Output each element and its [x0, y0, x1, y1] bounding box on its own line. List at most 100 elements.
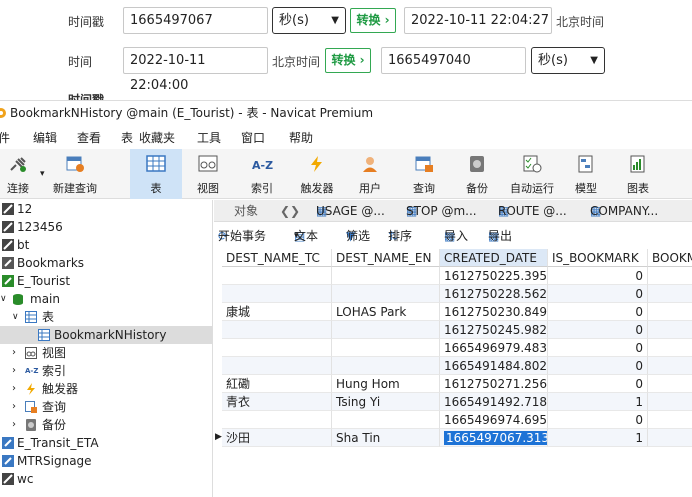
table-cell-bm[interactable]: 1 — [548, 429, 648, 447]
menu-favorites[interactable]: 收藏夹 — [139, 128, 175, 149]
selected-cell-value[interactable]: 1665497067.31387 — [444, 431, 547, 445]
datetime-input[interactable]: 2022-10-11 22:04:00 — [123, 47, 268, 93]
tab-scroll-right-icon[interactable]: ❯ — [290, 200, 300, 222]
column-header[interactable]: DEST_NAME_TC — [222, 249, 332, 267]
menu-file[interactable]: 件 — [0, 128, 10, 149]
toolbar-new-query-button[interactable]: 新建查询 — [48, 149, 102, 199]
tab-objects[interactable]: 对象 — [234, 200, 258, 222]
table-cell-date[interactable]: 1665496974.6952 — [440, 411, 548, 429]
toolbar-table-button[interactable]: 表 — [130, 149, 182, 199]
menu-table[interactable]: 表 — [121, 128, 133, 149]
convert-to-timestamp-button[interactable]: 转换 › — [325, 48, 371, 73]
table-cell-tc[interactable] — [222, 267, 332, 285]
table-cell-date[interactable]: 1612750245.98271 — [440, 321, 548, 339]
tree-item-tables[interactable]: ∨ 表 — [0, 308, 212, 326]
menu-tools[interactable]: 工具 — [197, 128, 221, 149]
table-cell-bookm[interactable] — [648, 393, 692, 411]
column-header[interactable]: CREATED_DATE — [440, 249, 548, 267]
tree-item-backups[interactable]: › 备份 — [0, 416, 212, 434]
table-cell-bookm[interactable] — [648, 375, 692, 393]
table-cell-en[interactable]: Sha Tin — [332, 429, 440, 447]
toolbar-user-button[interactable]: 用户 — [350, 149, 390, 199]
table-cell-en[interactable] — [332, 339, 440, 357]
table-cell-en[interactable] — [332, 411, 440, 429]
table-cell-bookm[interactable] — [648, 285, 692, 303]
table-cell-bookm[interactable] — [648, 411, 692, 429]
tab-scroll-left-icon[interactable]: ❮ — [280, 200, 290, 222]
table-cell-bookm[interactable] — [648, 303, 692, 321]
tree-item-views[interactable]: › 视图 — [0, 344, 212, 362]
date-result-output[interactable]: 2022-10-11 22:04:27 — [404, 7, 552, 34]
table-cell-date[interactable]: 1612750228.56242 — [440, 285, 548, 303]
table-cell-tc[interactable] — [222, 321, 332, 339]
table-cell-date[interactable]: 1612750230.84971 — [440, 303, 548, 321]
table-cell-bm[interactable]: 0 — [548, 303, 648, 321]
table-cell-tc[interactable] — [222, 339, 332, 357]
menu-help[interactable]: 帮助 — [289, 128, 313, 149]
table-cell-en[interactable]: Hung Hom — [332, 375, 440, 393]
menu-window[interactable]: 窗口 — [241, 128, 265, 149]
table-cell-tc[interactable] — [222, 357, 332, 375]
menu-edit[interactable]: 编辑 — [33, 128, 57, 149]
toolbar-query-button[interactable]: 查询 — [404, 149, 444, 199]
table-cell-en[interactable] — [332, 285, 440, 303]
table-cell-tc[interactable]: 沙田 — [222, 429, 332, 447]
tree-item-e-transit-eta[interactable]: E_Transit_ETA — [0, 434, 212, 452]
tree-item-bookmarknhistory[interactable]: BookmarkNHistory — [0, 326, 212, 344]
table-cell-en[interactable]: Tsing Yi — [332, 393, 440, 411]
table-cell-tc[interactable]: 青衣 — [222, 393, 332, 411]
toolbar-index-button[interactable]: A-Z 索引 — [240, 149, 284, 199]
tree-item-12[interactable]: 12 — [0, 200, 212, 218]
tree-item-wc[interactable]: wc — [0, 470, 212, 488]
tree-item-123456[interactable]: 123456 — [0, 218, 212, 236]
table-cell-date[interactable]: 1665491492.71854 — [440, 393, 548, 411]
table-cell-date[interactable]: 1665497067.31387 — [440, 429, 548, 447]
table-cell-en[interactable]: LOHAS Park — [332, 303, 440, 321]
table-cell-tc[interactable]: 康城 — [222, 303, 332, 321]
timestamp-input[interactable]: 1665497067 — [123, 7, 268, 34]
table-cell-bm[interactable]: 0 — [548, 375, 648, 393]
table-cell-date[interactable]: 1665496979.48307 — [440, 339, 548, 357]
table-cell-bm[interactable]: 0 — [548, 267, 648, 285]
toolbar-view-button[interactable]: 视图 — [186, 149, 230, 199]
table-cell-bm[interactable]: 0 — [548, 411, 648, 429]
toolbar-trigger-button[interactable]: 触发器 — [295, 149, 339, 199]
toolbar-model-button[interactable]: 模型 — [566, 149, 606, 199]
table-cell-bookm[interactable] — [648, 267, 692, 285]
column-header[interactable]: IS_BOOKMARK — [548, 249, 648, 267]
table-cell-bookm[interactable] — [648, 357, 692, 375]
table-cell-en[interactable] — [332, 357, 440, 375]
table-cell-date[interactable]: 1612750271.25668 — [440, 375, 548, 393]
timestamp-result-output[interactable]: 1665497040 — [381, 47, 526, 74]
table-cell-bookm[interactable] — [648, 429, 692, 447]
table-cell-bm[interactable]: 0 — [548, 357, 648, 375]
table-cell-bm[interactable]: 0 — [548, 321, 648, 339]
table-cell-bm[interactable]: 0 — [548, 339, 648, 357]
toolbar-backup-button[interactable]: 备份 — [457, 149, 497, 199]
toolbar-connect-button[interactable]: 连接 — [0, 149, 36, 199]
table-cell-tc[interactable] — [222, 285, 332, 303]
tree-item-main[interactable]: ∨ main — [0, 290, 212, 308]
tree-item-mtrsignage[interactable]: MTRSignage — [0, 452, 212, 470]
tree-item-indexes[interactable]: › A-Z 索引 — [0, 362, 212, 380]
table-cell-date[interactable]: 1665491484.80293 — [440, 357, 548, 375]
toolbar-chart-button[interactable]: 图表 — [618, 149, 658, 199]
table-cell-en[interactable] — [332, 321, 440, 339]
column-header[interactable]: BOOKM — [648, 249, 692, 267]
table-cell-tc[interactable] — [222, 411, 332, 429]
table-cell-bm[interactable]: 1 — [548, 393, 648, 411]
tree-item-bookmarks[interactable]: Bookmarks — [0, 254, 212, 272]
menu-view[interactable]: 查看 — [77, 128, 101, 149]
timestamp-unit-select[interactable]: 秒(s) ▼ — [272, 7, 346, 34]
table-cell-en[interactable] — [332, 267, 440, 285]
tree-item-bt[interactable]: bt — [0, 236, 212, 254]
table-cell-bm[interactable]: 0 — [548, 285, 648, 303]
table-cell-tc[interactable]: 紅磡 — [222, 375, 332, 393]
tree-item-triggers[interactable]: › 触发器 — [0, 380, 212, 398]
table-cell-date[interactable]: 1612750225.39501 — [440, 267, 548, 285]
tree-item-queries[interactable]: › 查询 — [0, 398, 212, 416]
convert-to-date-button[interactable]: 转换 › — [350, 8, 396, 33]
table-cell-bookm[interactable] — [648, 321, 692, 339]
toolbar-autorun-button[interactable]: 自动运行 — [506, 149, 558, 199]
tree-item-e-tourist[interactable]: E_Tourist — [0, 272, 212, 290]
